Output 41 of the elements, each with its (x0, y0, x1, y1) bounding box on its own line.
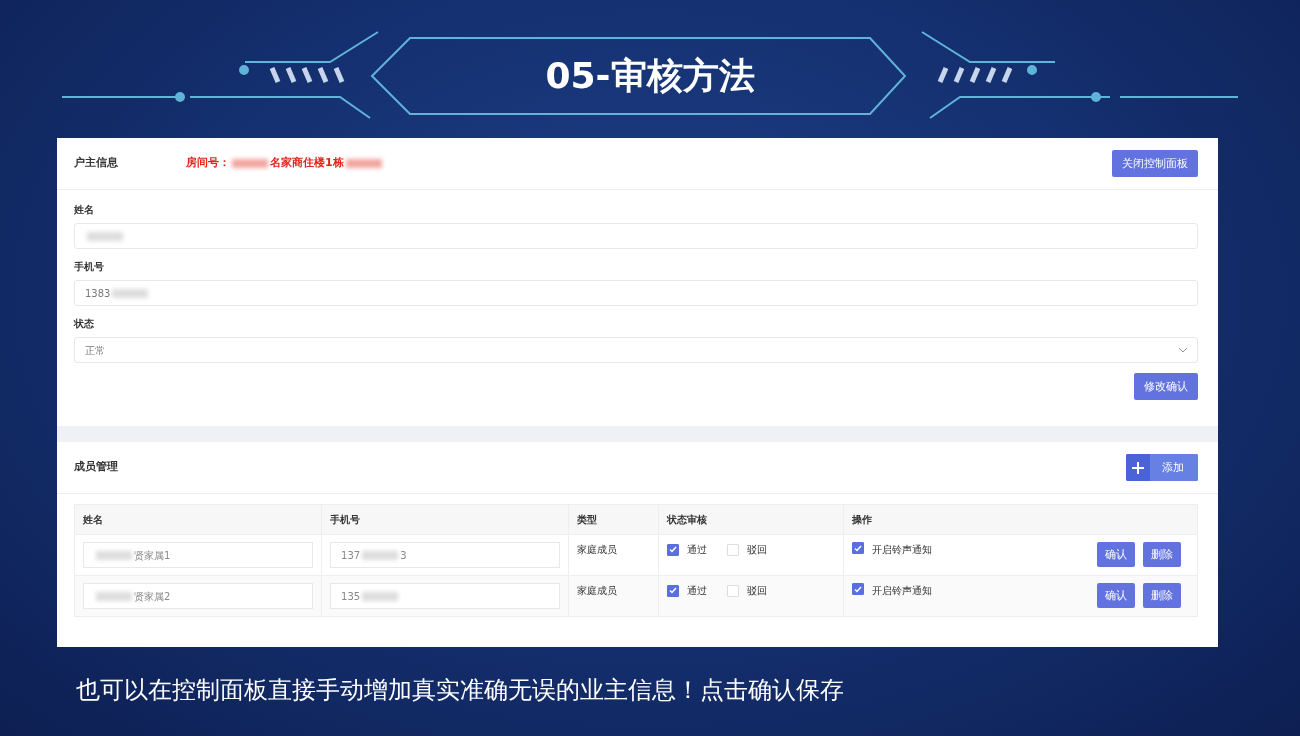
checkbox-label: 驳回 (746, 584, 767, 598)
chevron-down-icon (1179, 347, 1187, 353)
section-title: 户主信息 (74, 155, 119, 172)
column-header: 手机号 (321, 504, 569, 535)
confirm-button[interactable]: 确认 (1097, 583, 1135, 608)
room-number: 房间号： 名家商住楼1栋 (186, 155, 384, 172)
column-header: 状态审核 (658, 504, 844, 535)
confirm-button[interactable]: 确认 (1097, 542, 1135, 567)
name-field[interactable]: 贤家属1 (83, 542, 314, 568)
checkbox-label: 通过 (686, 584, 707, 598)
confirm-edit-button[interactable]: 修改确认 (1134, 373, 1198, 400)
input-field[interactable]: 1383 (74, 280, 1198, 306)
checkbox-label: 通过 (686, 543, 707, 557)
status-dropdown[interactable]: 正常 (74, 337, 1198, 363)
section-title: 成员管理 (74, 459, 119, 476)
member-type: 家庭成员 (577, 585, 618, 596)
checkbox-label: 开启铃声通知 (872, 584, 933, 598)
input-field[interactable] (74, 223, 1198, 249)
field-label: 姓名 (74, 203, 95, 217)
checkbox-label: 开启铃声通知 (872, 543, 933, 557)
column-header: 操作 (843, 504, 1198, 535)
member-type: 家庭成员 (577, 544, 618, 555)
checkbox[interactable] (852, 542, 865, 554)
delete-button[interactable]: 删除 (1143, 583, 1181, 608)
field-label: 状态 (74, 317, 95, 331)
checkbox[interactable] (666, 543, 679, 556)
slide-caption: 也可以在控制面板直接手动增加真实准确无误的业主信息！点击确认保存 (76, 675, 844, 706)
checkbox-label: 驳回 (746, 543, 767, 557)
close-panel-button[interactable]: 关闭控制面板 (1112, 150, 1198, 177)
delete-button[interactable]: 删除 (1143, 542, 1181, 567)
add-button[interactable]: 添加 (1126, 454, 1198, 481)
phone-field[interactable]: 137 3 (330, 542, 561, 568)
name-field[interactable]: 贤家属2 (83, 583, 314, 609)
column-header: 类型 (568, 504, 659, 535)
column-header: 姓名 (74, 504, 322, 535)
checkbox[interactable] (666, 584, 679, 597)
plus-icon (1132, 461, 1144, 474)
slide-title: 05-审核方法 (545, 54, 755, 98)
phone-field[interactable]: 135 (330, 583, 561, 609)
checkbox[interactable] (852, 583, 865, 595)
field-label: 手机号 (74, 260, 105, 274)
